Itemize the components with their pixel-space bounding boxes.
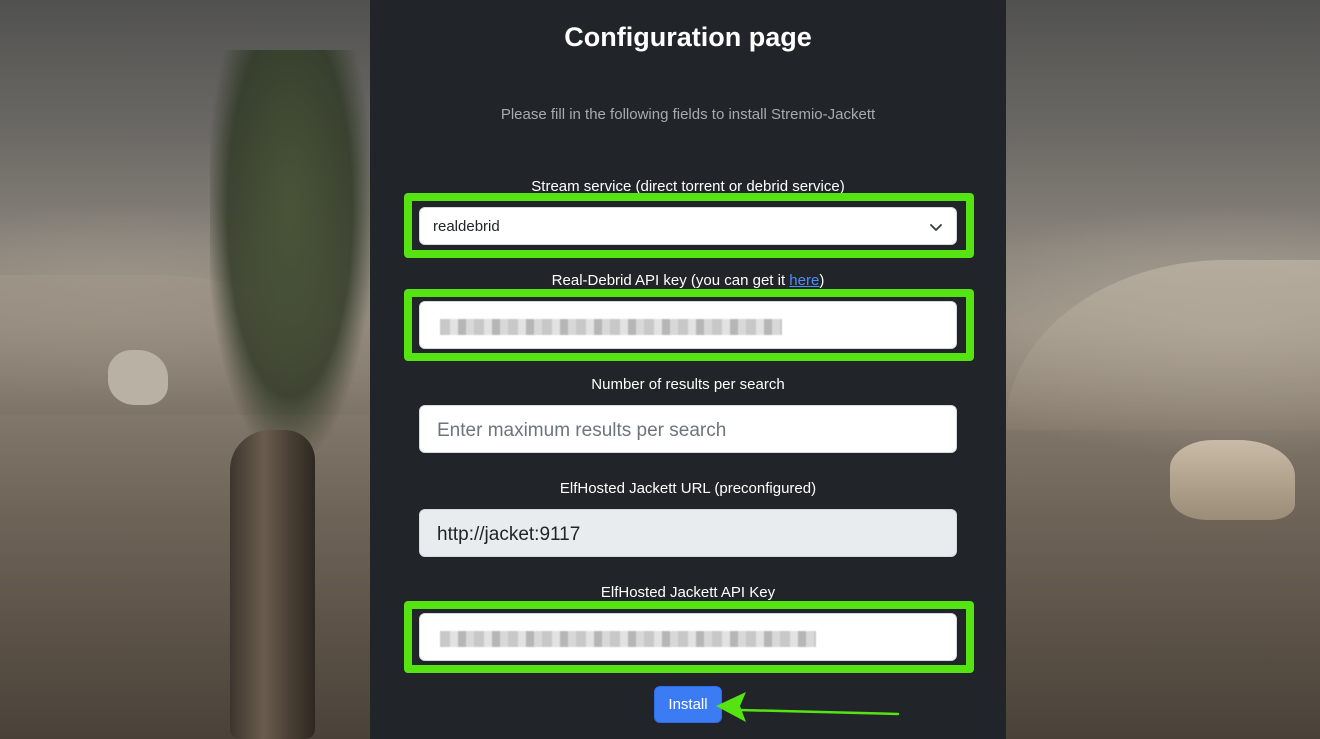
masked-api-key-value (440, 319, 782, 335)
page-title: Configuration page (564, 22, 812, 52)
max-results-label: Number of results per search (591, 376, 785, 393)
api-key-label-text: Real-Debrid API key (you can get it (551, 272, 790, 289)
max-results-placeholder: Enter maximum results per search (437, 420, 727, 441)
jackett-url-input[interactable]: http://jacket:9117 (419, 509, 957, 557)
background-rock-right (1170, 440, 1295, 520)
stream-service-select[interactable]: realdebrid (419, 207, 957, 245)
jackett-api-key-input[interactable] (419, 613, 957, 661)
background-tree-foliage (210, 50, 370, 450)
configuration-panel: Configuration page Please fill in the fo… (370, 0, 1006, 739)
stream-service-selected-value: realdebrid (433, 218, 500, 235)
realdebrid-api-key-input[interactable] (419, 301, 957, 349)
api-key-here-link[interactable]: here (789, 272, 819, 289)
arrow-left-icon (716, 692, 900, 722)
page-subtitle: Please fill in the following fields to i… (500, 106, 876, 123)
background-tree-trunk (230, 430, 315, 739)
background-rock-left (108, 350, 168, 405)
jackett-api-key-label: ElfHosted Jackett API Key (600, 584, 776, 601)
jackett-url-value: http://jacket:9117 (437, 524, 581, 545)
jackett-url-label: ElfHosted Jackett URL (preconfigured) (559, 480, 817, 497)
api-key-label: Real-Debrid API key (you can get it here… (370, 272, 1006, 289)
max-results-input[interactable]: Enter maximum results per search (419, 405, 957, 453)
chevron-down-icon (930, 224, 942, 231)
masked-jackett-api-key-value (440, 631, 816, 647)
api-key-label-suffix: ) (819, 272, 825, 289)
